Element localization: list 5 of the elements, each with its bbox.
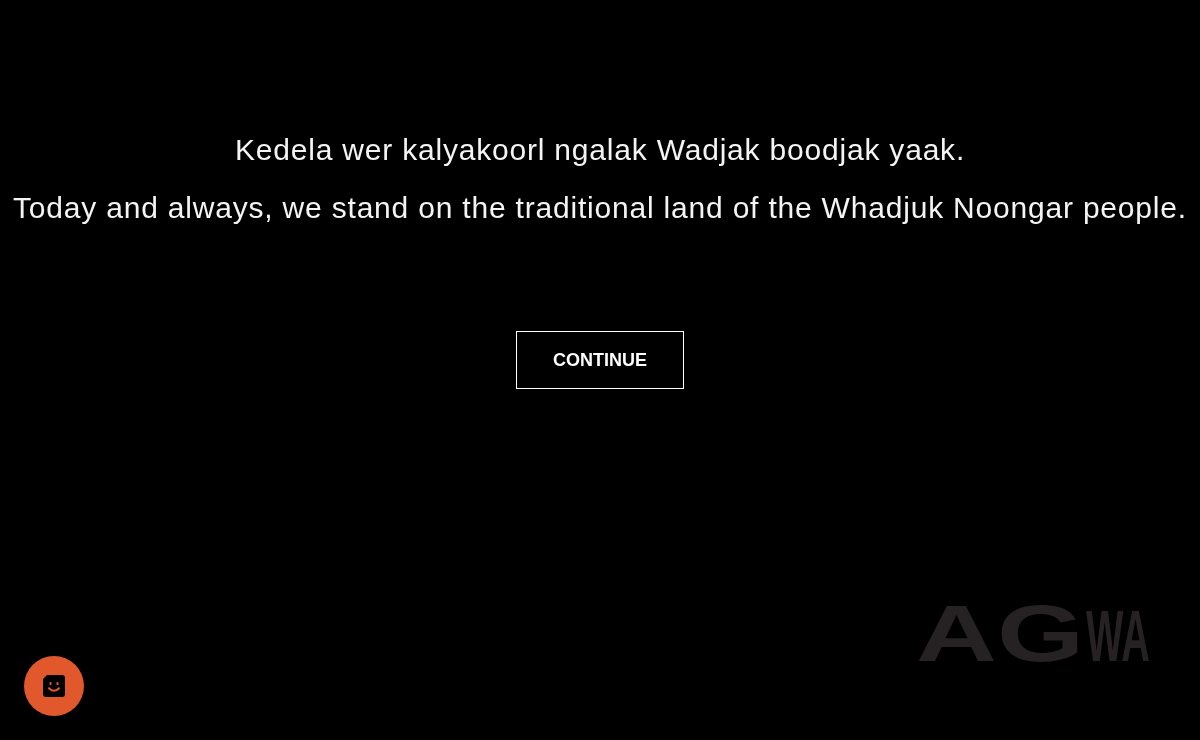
acknowledgement-text: Today and always, we stand on the traditional land of the Whadjuk Noongar people. bbox=[13, 190, 1187, 226]
continue-button[interactable]: CONTINUE bbox=[516, 331, 684, 389]
smiley-face-icon bbox=[43, 675, 65, 697]
acknowledgement-text: Kedela wer kalyakoorl ngalak Wadjak boodjak yaak. bbox=[234, 132, 966, 168]
chat-button[interactable] bbox=[24, 656, 84, 716]
